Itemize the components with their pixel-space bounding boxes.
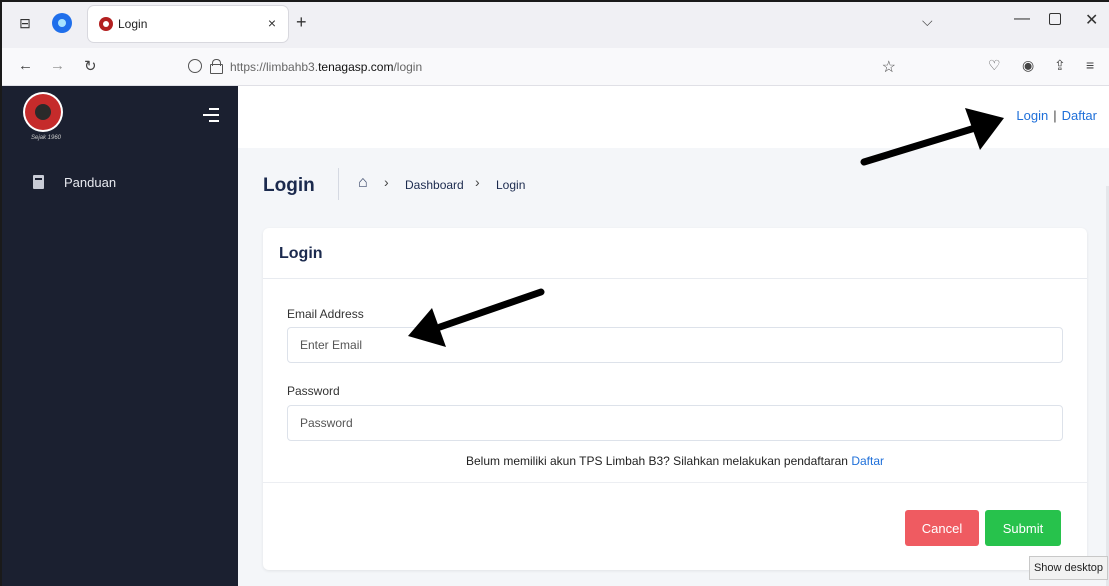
active-tab[interactable]: Login × <box>88 6 288 42</box>
window-close-icon[interactable]: ✕ <box>1085 10 1098 30</box>
email-label: Email Address <box>287 307 364 321</box>
lock-icon[interactable] <box>210 59 223 74</box>
login-card: Login Email Address Password Belum memil… <box>263 228 1087 570</box>
company-logo-icon[interactable] <box>25 94 61 130</box>
tab-close-icon[interactable]: × <box>268 15 276 31</box>
tab-title: Login <box>118 17 148 31</box>
chevron-right-icon: › <box>475 174 480 190</box>
book-icon <box>33 175 44 189</box>
main-content: Login | Daftar Login ⌂ › Dashboard › Login… <box>238 86 1109 586</box>
reload-icon[interactable]: ↻ <box>84 57 97 75</box>
sidebar-toggle-icon[interactable] <box>203 108 219 122</box>
link-separator: | <box>1053 108 1057 123</box>
home-icon[interactable]: ⌂ <box>358 174 368 192</box>
register-note-text: Belum memiliki akun TPS Limbah B3? Silah… <box>465 454 848 468</box>
register-note: Belum memiliki akun TPS Limbah B3? Silah… <box>263 454 1087 468</box>
email-field[interactable] <box>287 327 1063 363</box>
sidebar-item-label: Panduan <box>64 175 117 190</box>
browser-window: ⊟ Login × + ⌵ — ✕ ← → ↻ https://limbahb3… <box>0 0 1109 586</box>
breadcrumb-dashboard[interactable]: Dashboard <box>405 178 464 192</box>
chevron-right-icon: › <box>384 174 389 190</box>
back-icon[interactable]: ← <box>18 57 33 74</box>
page-title: Login <box>263 175 315 196</box>
screen-edge-top <box>0 0 1109 2</box>
card-footer-divider <box>263 482 1087 483</box>
tab-overview-icon[interactable]: ⊟ <box>16 14 34 32</box>
tab-bar: ⊟ Login × + ⌵ — ✕ <box>0 0 1109 48</box>
screen-edge-left <box>0 0 2 586</box>
new-tab-button[interactable]: + <box>296 12 307 33</box>
breadcrumb-login: Login <box>496 178 526 192</box>
auth-links: Login | Daftar <box>1016 108 1097 123</box>
restore-icon[interactable] <box>1049 13 1061 25</box>
logo-caption: Sejak 1960 <box>31 135 62 141</box>
menu-icon[interactable]: ≡ <box>1086 57 1094 73</box>
register-link[interactable]: Daftar <box>1062 108 1097 123</box>
url-text[interactable]: https://limbahb3.tenagasp.com/login <box>230 60 422 74</box>
login-link[interactable]: Login <box>1016 108 1048 123</box>
extensions-icon[interactable]: ⇪ <box>1054 57 1066 74</box>
card-title: Login <box>279 245 323 262</box>
cancel-button[interactable]: Cancel <box>905 510 979 546</box>
register-note-link[interactable]: Daftar <box>851 454 884 468</box>
site-favicon-icon <box>99 17 113 31</box>
top-header: Login | Daftar <box>238 86 1109 148</box>
show-desktop-tooltip: Show desktop <box>1029 556 1108 580</box>
card-header: Login <box>263 228 1087 279</box>
list-all-tabs-icon[interactable]: ⌵ <box>922 13 933 30</box>
navigation-bar: ← → ↻ https://limbahb3.tenagasp.com/logi… <box>0 48 1109 86</box>
address-bar[interactable]: https://limbahb3.tenagasp.com/login ☆ <box>180 53 906 81</box>
password-field[interactable] <box>287 405 1063 441</box>
pinned-tab-icon[interactable] <box>52 13 72 33</box>
account-icon[interactable]: ◉ <box>1022 57 1034 74</box>
tracking-shield-icon[interactable] <box>188 59 202 73</box>
minimize-icon[interactable]: — <box>1014 10 1030 28</box>
title-divider <box>338 168 339 200</box>
sidebar: Sejak 1960 Panduan <box>0 86 238 586</box>
forward-icon[interactable]: → <box>50 57 65 74</box>
bookmark-star-icon[interactable]: ☆ <box>882 57 896 77</box>
pocket-icon[interactable]: ♡ <box>988 57 1001 74</box>
password-label: Password <box>287 384 340 398</box>
submit-button[interactable]: Submit <box>985 510 1061 546</box>
